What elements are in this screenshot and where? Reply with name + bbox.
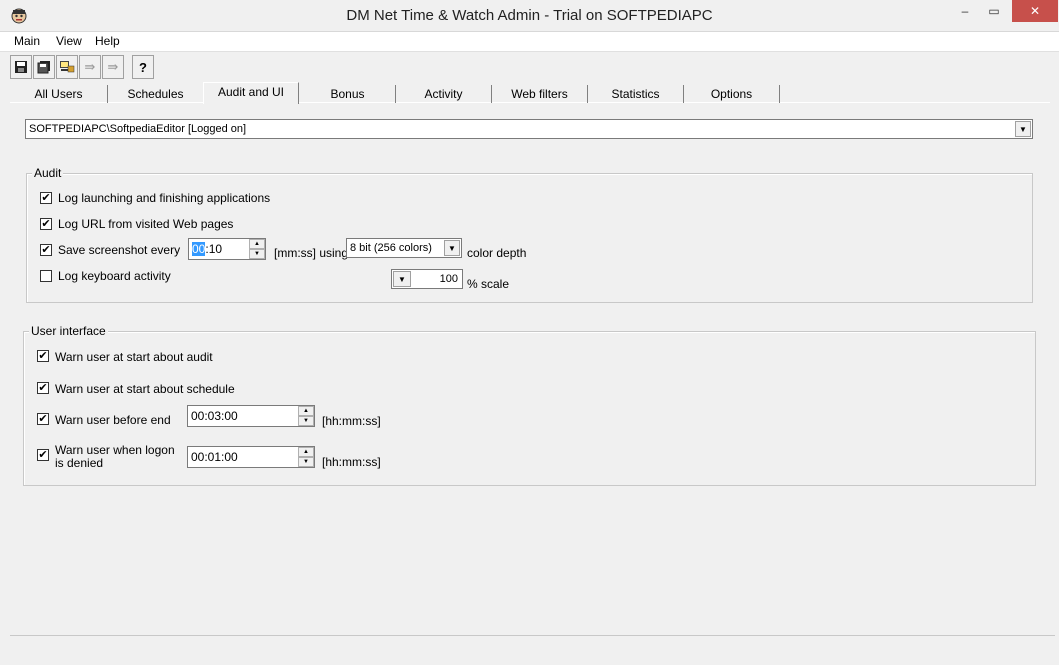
warn-end-checkbox[interactable]: ✔ [37,413,49,425]
warn-audit-checkbox[interactable]: ✔ [37,350,49,362]
tab-schedules[interactable]: Schedules [108,85,204,103]
log-url-checkbox[interactable]: ✔ [40,218,52,230]
menu-bar: Main View Help [0,32,1059,52]
menu-view[interactable]: View [56,34,82,48]
scale-dropdown-button[interactable]: ▼ [393,271,411,287]
screenshot-interval-input[interactable]: 00:10 ▲ ▼ [188,238,266,260]
warn-logon-time-input[interactable]: 00:01:00 ▲ ▼ [187,446,315,468]
warn-end-time-input[interactable]: 00:03:00 ▲ ▼ [187,405,315,427]
screenshot-interval-rest: :10 [205,242,223,256]
window-title: DM Net Time & Watch Admin - Trial on SOF… [346,7,713,24]
screenshot-interval-stepper: ▲ ▼ [249,239,265,259]
chevron-down-icon: ▼ [448,243,456,253]
maximize-button[interactable]: ▭ [980,0,1008,22]
check-icon: ✔ [38,382,48,394]
help-icon: ? [139,59,147,75]
tab-activity[interactable]: Activity [396,85,492,103]
color-depth-dropdown-button[interactable]: ▼ [444,240,460,256]
spin-up-button[interactable]: ▲ [249,239,265,249]
save-button[interactable] [10,55,32,79]
tab-all-users[interactable]: All Users [10,85,108,103]
menu-main[interactable]: Main [14,34,40,48]
computer-button[interactable] [56,55,78,79]
forward-button[interactable]: ⇛ [79,55,101,79]
copy-icon [37,61,50,74]
warn-end-time-stepper: ▲ ▼ [298,406,314,426]
copy-button[interactable] [33,55,55,79]
scale-label: % scale [467,277,510,291]
forward-all-button[interactable]: ⇛ [102,55,124,79]
warn-end-unit-label: [hh:mm:ss] [322,414,381,428]
spin-down-button[interactable]: ▼ [298,457,314,467]
check-icon: ✔ [38,413,48,425]
title-bar: DM Net Time & Watch Admin - Trial on SOF… [0,0,1059,32]
warn-end-label: Warn user before end [55,413,171,427]
log-apps-label: Log launching and finishing applications [58,191,271,205]
check-icon: ✔ [41,218,51,230]
scale-select[interactable]: ▼ 100 [391,269,463,289]
screenshot-interval-selected: 00 [192,242,206,256]
log-url-label: Log URL from visited Web pages [58,217,234,231]
chevron-down-icon: ▼ [398,274,406,284]
warn-logon-checkbox[interactable]: ✔ [37,449,49,461]
warn-schedule-label: Warn user at start about schedule [55,382,235,396]
tab-audit-and-ui[interactable]: Audit and UI [203,82,299,104]
tab-statistics[interactable]: Statistics [588,85,684,103]
chevron-down-icon: ▼ [1019,124,1027,134]
spin-up-button[interactable]: ▲ [298,447,314,457]
status-bar [10,635,1055,657]
user-interface-group-title: User interface [29,324,108,338]
user-select[interactable]: SOFTPEDIAPC\SoftpediaEditor [Logged on] … [25,119,1033,139]
user-select-value: SOFTPEDIAPC\SoftpediaEditor [Logged on] [29,123,247,135]
color-depth-label: color depth [467,246,527,260]
screenshot-label: Save screenshot every [58,243,181,257]
help-button[interactable]: ? [132,55,154,79]
color-depth-value: 8 bit (256 colors) [350,242,432,254]
maximize-icon: ▭ [988,4,1000,18]
spin-up-button[interactable]: ▲ [298,406,314,416]
check-icon: ✔ [38,449,48,461]
forward-icon: ⇛ [84,59,96,74]
screenshot-checkbox[interactable]: ✔ [40,244,52,256]
forward-disabled-icon: ⇛ [107,59,119,74]
user-select-dropdown-button[interactable]: ▼ [1015,121,1031,137]
warn-end-time-value: 00:03:00 [191,409,238,423]
close-icon: ✕ [1029,4,1041,18]
check-icon: ✔ [38,350,48,362]
log-apps-checkbox[interactable]: ✔ [40,192,52,204]
warn-logon-label-line2: is denied [55,456,104,470]
log-keyboard-checkbox[interactable] [40,270,52,282]
warn-schedule-checkbox[interactable]: ✔ [37,382,49,394]
screenshot-unit-label: [mm:ss] using [274,246,349,260]
save-icon [15,61,27,73]
check-icon: ✔ [41,244,51,256]
spin-down-button[interactable]: ▼ [298,416,314,426]
check-icon: ✔ [41,192,51,204]
warn-logon-label-line1: Warn user when logon [55,443,175,457]
computer-icon [60,61,75,73]
log-keyboard-label: Log keyboard activity [58,269,171,283]
tab-web-filters[interactable]: Web filters [492,85,588,103]
scale-value: 100 [439,273,458,285]
warn-logon-time-value: 00:01:00 [191,450,238,464]
minimize-button[interactable]: – [950,0,980,22]
warn-audit-label: Warn user at start about audit [55,350,213,364]
close-button[interactable]: ✕ [1012,0,1058,22]
minimize-icon: – [961,4,969,18]
tab-options[interactable]: Options [684,85,780,103]
color-depth-select[interactable]: 8 bit (256 colors) ▼ [346,238,462,258]
audit-group-title: Audit [32,166,64,180]
warn-logon-unit-label: [hh:mm:ss] [322,455,381,469]
spin-down-button[interactable]: ▼ [249,249,265,259]
tab-bonus[interactable]: Bonus [300,85,396,103]
warn-logon-time-stepper: ▲ ▼ [298,447,314,467]
menu-help[interactable]: Help [95,34,120,48]
